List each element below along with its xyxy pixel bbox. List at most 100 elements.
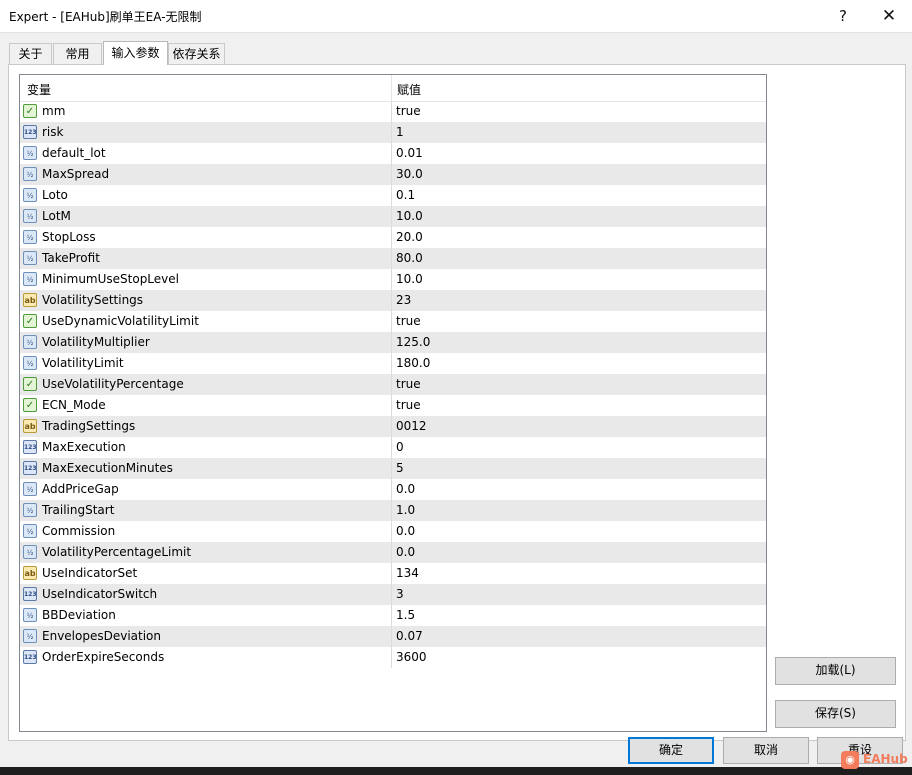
parameter-name: VolatilityLimit — [42, 356, 124, 370]
double-icon: ½ — [23, 545, 37, 559]
table-row[interactable]: ½ AddPriceGap 0.0 — [20, 479, 766, 500]
tab-common[interactable]: 常用 — [53, 43, 102, 64]
table-row[interactable]: ½ VolatilityMultiplier 125.0 — [20, 332, 766, 353]
table-row[interactable]: ½ VolatilityLimit 180.0 — [20, 353, 766, 374]
table-row[interactable]: ab TradingSettings 0012 — [20, 416, 766, 437]
cell-divider — [391, 122, 392, 143]
cell-divider — [391, 248, 392, 269]
parameter-value[interactable]: 1.5 — [396, 608, 415, 622]
table-row[interactable]: 123 MaxExecutionMinutes 5 — [20, 458, 766, 479]
parameter-value[interactable]: 23 — [396, 293, 411, 307]
column-header-variable[interactable]: 变量 — [27, 81, 51, 98]
int-icon: 123 — [23, 125, 37, 139]
table-row[interactable]: ab VolatilitySettings 23 — [20, 290, 766, 311]
table-row[interactable]: ½ Loto 0.1 — [20, 185, 766, 206]
table-row[interactable]: ½ MinimumUseStopLevel 10.0 — [20, 269, 766, 290]
table-row[interactable]: ✓ UseDynamicVolatilityLimit true — [20, 311, 766, 332]
column-header-value[interactable]: 赋值 — [397, 81, 421, 98]
table-row[interactable]: ½ BBDeviation 1.5 — [20, 605, 766, 626]
tab-dependencies[interactable]: 依存关系 — [168, 43, 225, 64]
cell-divider — [391, 605, 392, 626]
table-row[interactable]: 123 MaxExecution 0 — [20, 437, 766, 458]
table-row[interactable]: ½ default_lot 0.01 — [20, 143, 766, 164]
save-button[interactable]: 保存(S) — [775, 700, 896, 728]
parameter-value[interactable]: 5 — [396, 461, 404, 475]
parameter-name: default_lot — [42, 146, 106, 160]
double-icon: ½ — [23, 629, 37, 643]
parameter-value[interactable]: true — [396, 314, 421, 328]
parameter-value[interactable]: 125.0 — [396, 335, 430, 349]
table-row[interactable]: ½ TakeProfit 80.0 — [20, 248, 766, 269]
parameter-value[interactable]: 0.1 — [396, 188, 415, 202]
table-row[interactable]: 123 UseIndicatorSwitch 3 — [20, 584, 766, 605]
parameter-value[interactable]: 10.0 — [396, 272, 423, 286]
parameter-value[interactable]: 180.0 — [396, 356, 430, 370]
parameter-value[interactable]: true — [396, 398, 421, 412]
table-row[interactable]: 123 risk 1 — [20, 122, 766, 143]
column-divider[interactable] — [391, 75, 392, 101]
cell-divider — [391, 542, 392, 563]
cancel-button[interactable]: 取消 — [723, 737, 809, 764]
cell-divider — [391, 101, 392, 122]
table-row[interactable]: ✓ mm true — [20, 101, 766, 122]
cell-divider — [391, 479, 392, 500]
cell-divider — [391, 143, 392, 164]
parameter-value[interactable]: 0.0 — [396, 524, 415, 538]
double-icon: ½ — [23, 188, 37, 202]
cell-divider — [391, 311, 392, 332]
parameter-value[interactable]: 0.0 — [396, 545, 415, 559]
table-row[interactable]: ½ MaxSpread 30.0 — [20, 164, 766, 185]
parameter-value[interactable]: 30.0 — [396, 167, 423, 181]
table-row[interactable]: ab UseIndicatorSet 134 — [20, 563, 766, 584]
parameter-value[interactable]: 0.01 — [396, 146, 423, 160]
parameter-value[interactable]: true — [396, 377, 421, 391]
parameter-value[interactable]: true — [396, 104, 421, 118]
title-bar: Expert - [EAHub]刷单王EA-无限制 ? ✕ — [0, 0, 912, 33]
cell-divider — [391, 563, 392, 584]
table-row[interactable]: ½ Commission 0.0 — [20, 521, 766, 542]
parameter-value[interactable]: 10.0 — [396, 209, 423, 223]
table-row[interactable]: ½ LotM 10.0 — [20, 206, 766, 227]
eahub-watermark: ◉ EAHub — [839, 749, 909, 771]
parameter-value[interactable]: 1.0 — [396, 503, 415, 517]
tab-inputs[interactable]: 输入参数 — [103, 41, 168, 65]
table-row[interactable]: 123 OrderExpireSeconds 3600 — [20, 647, 766, 668]
int-icon: 123 — [23, 461, 37, 475]
string-icon: ab — [23, 293, 37, 307]
table-row[interactable]: ½ EnvelopesDeviation 0.07 — [20, 626, 766, 647]
cell-divider — [391, 269, 392, 290]
parameter-value[interactable]: 0 — [396, 440, 404, 454]
table-row[interactable]: ✓ ECN_Mode true — [20, 395, 766, 416]
bool-icon: ✓ — [23, 377, 37, 391]
cell-divider — [391, 290, 392, 311]
table-row[interactable]: ✓ UseVolatilityPercentage true — [20, 374, 766, 395]
parameter-value[interactable]: 0012 — [396, 419, 427, 433]
string-icon: ab — [23, 566, 37, 580]
parameter-value[interactable]: 3 — [396, 587, 404, 601]
cell-divider — [391, 437, 392, 458]
table-row[interactable]: ½ StopLoss 20.0 — [20, 227, 766, 248]
parameter-value[interactable]: 134 — [396, 566, 419, 580]
tab-about[interactable]: 关于 — [9, 43, 52, 64]
parameter-value[interactable]: 0.0 — [396, 482, 415, 496]
parameter-name: Loto — [42, 188, 68, 202]
parameter-name: UseIndicatorSet — [42, 566, 138, 580]
double-icon: ½ — [23, 209, 37, 223]
parameter-value[interactable]: 3600 — [396, 650, 427, 664]
ok-button[interactable]: 确定 — [628, 737, 714, 764]
parameter-name: LotM — [42, 209, 71, 223]
cell-divider — [391, 395, 392, 416]
table-row[interactable]: ½ TrailingStart 1.0 — [20, 500, 766, 521]
load-button[interactable]: 加载(L) — [775, 657, 896, 685]
parameter-name: MaxExecution — [42, 440, 126, 454]
parameter-value[interactable]: 0.07 — [396, 629, 423, 643]
table-row[interactable]: ½ VolatilityPercentageLimit 0.0 — [20, 542, 766, 563]
parameters-table[interactable]: 变量 赋值 ✓ mm true 123 risk 1 ½ default_lot 0.01 ½ Ma… — [19, 74, 767, 732]
parameter-value[interactable]: 20.0 — [396, 230, 423, 244]
parameter-value[interactable]: 80.0 — [396, 251, 423, 265]
cell-divider — [391, 458, 392, 479]
parameter-value[interactable]: 1 — [396, 125, 404, 139]
double-icon: ½ — [23, 482, 37, 496]
help-button[interactable]: ? — [820, 0, 866, 32]
close-button[interactable]: ✕ — [866, 0, 912, 32]
